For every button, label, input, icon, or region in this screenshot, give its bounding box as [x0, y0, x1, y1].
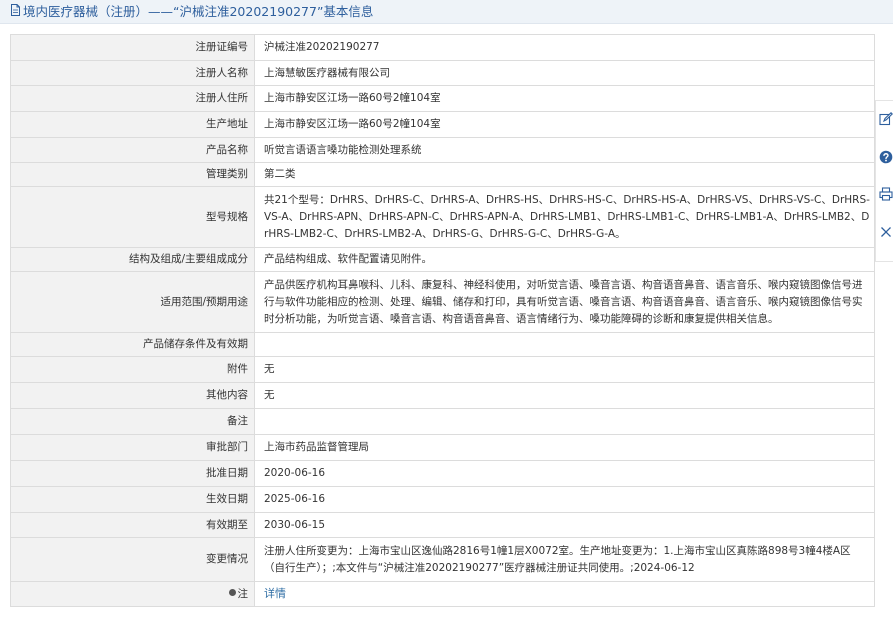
table-row: 注册证编号 沪械注准20202190277	[10, 34, 875, 61]
table-row: 型号规格 共21个型号：DrHRS、DrHRS-C、DrHRS-A、DrHRS-…	[10, 186, 875, 248]
row-value: 2020-06-16	[254, 460, 875, 487]
table-row: 注册人名称 上海慧敏医疗器械有限公司	[10, 60, 875, 86]
row-label: 变更情况	[10, 537, 255, 582]
row-value: 2025-06-16	[254, 486, 875, 513]
row-label: 生产地址	[10, 111, 255, 138]
row-value: 第二类	[254, 162, 875, 187]
table-row: 附件 无	[10, 356, 875, 383]
row-label: 有效期至	[10, 512, 255, 538]
row-label: 注	[10, 581, 255, 607]
row-label: 管理类别	[10, 162, 255, 187]
page-title: 境内医疗器械（注册）——“沪械注准20202190277”基本信息	[23, 4, 374, 19]
row-value: 沪械注准20202190277	[254, 34, 875, 61]
table-row: 批准日期 2020-06-16	[10, 460, 875, 487]
detail-table: 注册证编号 沪械注准20202190277 注册人名称 上海慧敏医疗器械有限公司…	[10, 34, 875, 607]
row-label: 产品名称	[10, 137, 255, 163]
table-row: 变更情况 注册人住所变更为：上海市宝山区逸仙路2816号1幢1层X0072室。生…	[10, 537, 875, 582]
row-value: 上海慧敏医疗器械有限公司	[254, 60, 875, 86]
row-label: 结构及组成/主要组成成分	[10, 247, 255, 272]
row-label: 其他内容	[10, 382, 255, 409]
table-row: 有效期至 2030-06-15	[10, 512, 875, 538]
row-label: 注册人住所	[10, 85, 255, 112]
table-row: 生效日期 2025-06-16	[10, 486, 875, 513]
table-row: 其他内容 无	[10, 382, 875, 409]
table-row: 备注	[10, 408, 875, 435]
table-row: 管理类别 第二类	[10, 162, 875, 187]
table-row: 产品名称 听觉言语语言嗓功能检测处理系统	[10, 137, 875, 163]
print-icon[interactable]	[879, 186, 893, 201]
row-value: 2030-06-15	[254, 512, 875, 538]
row-value: 注册人住所变更为：上海市宝山区逸仙路2816号1幢1层X0072室。生产地址变更…	[254, 537, 875, 582]
row-label: 型号规格	[10, 186, 255, 248]
row-label: 产品储存条件及有效期	[10, 332, 255, 357]
row-label: 生效日期	[10, 486, 255, 513]
row-value: 无	[254, 356, 875, 383]
note-dot-icon	[228, 589, 236, 596]
close-icon[interactable]	[879, 224, 893, 238]
page-header: 境内医疗器械（注册）——“沪械注准20202190277”基本信息	[0, 0, 893, 24]
row-label: 附件	[10, 356, 255, 383]
side-toolbar	[875, 100, 893, 262]
table-row: 审批部门 上海市药品监督管理局	[10, 434, 875, 461]
edit-icon[interactable]	[879, 111, 893, 126]
row-value	[254, 332, 875, 357]
row-value: 上海市静安区江场一路60号2幢104室	[254, 85, 875, 112]
row-value: 产品供医疗机构耳鼻喉科、儿科、康复科、神经科使用，对听觉言语、嗓音言语、构音语音…	[254, 271, 875, 333]
row-value: 产品结构组成、软件配置请见附件。	[254, 247, 875, 272]
table-row: 注册人住所 上海市静安区江场一路60号2幢104室	[10, 85, 875, 112]
row-value: 详情	[254, 581, 875, 607]
row-value: 共21个型号：DrHRS、DrHRS-C、DrHRS-A、DrHRS-HS、Dr…	[254, 186, 875, 248]
note-label: 注	[237, 587, 249, 600]
detail-link[interactable]: 详情	[264, 587, 286, 600]
page: 境内医疗器械（注册）——“沪械注准20202190277”基本信息 注册证编号 …	[0, 0, 893, 620]
table-row: 产品储存条件及有效期	[10, 332, 875, 357]
document-icon	[10, 0, 21, 23]
row-label: 注册人名称	[10, 60, 255, 86]
row-value: 上海市药品监督管理局	[254, 434, 875, 461]
table-row: 适用范围/预期用途 产品供医疗机构耳鼻喉科、儿科、康复科、神经科使用，对听觉言语…	[10, 271, 875, 333]
row-value: 听觉言语语言嗓功能检测处理系统	[254, 137, 875, 163]
row-label: 备注	[10, 408, 255, 435]
row-label: 注册证编号	[10, 34, 255, 61]
help-icon[interactable]	[879, 149, 893, 164]
table-row: 生产地址 上海市静安区江场一路60号2幢104室	[10, 111, 875, 138]
row-value	[254, 408, 875, 435]
table-row: 注 详情	[10, 581, 875, 607]
row-label: 批准日期	[10, 460, 255, 487]
row-label: 适用范围/预期用途	[10, 271, 255, 333]
row-label: 审批部门	[10, 434, 255, 461]
row-value: 无	[254, 382, 875, 409]
row-value: 上海市静安区江场一路60号2幢104室	[254, 111, 875, 138]
table-row: 结构及组成/主要组成成分 产品结构组成、软件配置请见附件。	[10, 247, 875, 272]
